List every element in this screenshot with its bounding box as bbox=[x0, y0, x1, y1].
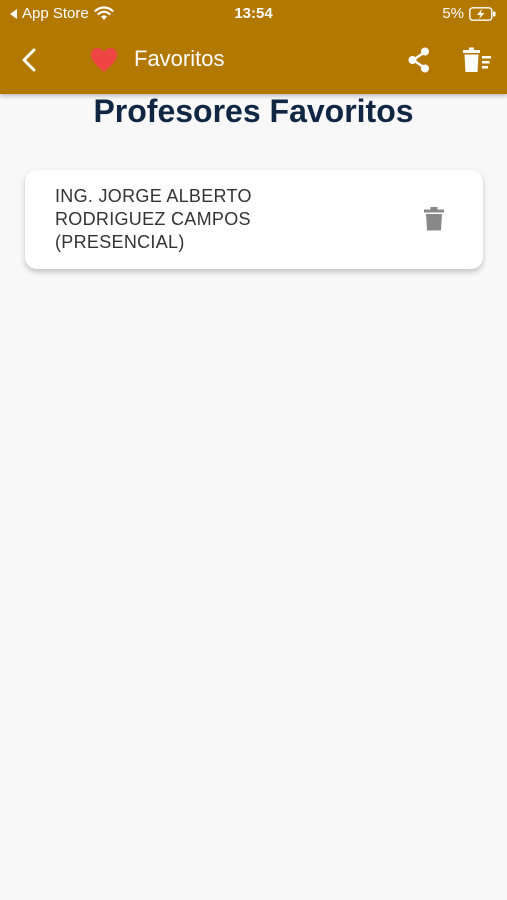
battery-charging-icon bbox=[469, 6, 496, 21]
app-bar: Favoritos bbox=[0, 30, 507, 90]
clear-all-icon[interactable] bbox=[462, 47, 492, 73]
heart-icon bbox=[91, 48, 117, 72]
trash-icon[interactable] bbox=[423, 207, 445, 231]
page-title: Profesores Favoritos bbox=[93, 93, 414, 129]
app-bar-title: Favoritos bbox=[134, 46, 225, 71]
battery-status: 5% bbox=[442, 5, 497, 22]
top-bar: App Store 13:54 5% Favoritos bbox=[0, 0, 507, 94]
status-time: 13:54 bbox=[234, 5, 273, 22]
professor-name-line: (PRESENCIAL) bbox=[55, 232, 185, 252]
professor-name-line: ING. JORGE ALBERTO bbox=[55, 186, 252, 206]
professor-name: ING. JORGE ALBERTO RODRIGUEZ CAMPOS (PRE… bbox=[55, 185, 375, 254]
favorite-professor-card[interactable]: ING. JORGE ALBERTO RODRIGUEZ CAMPOS (PRE… bbox=[25, 170, 483, 269]
professor-name-line: RODRIGUEZ CAMPOS bbox=[55, 209, 251, 229]
status-bar: App Store 13:54 5% bbox=[0, 0, 507, 28]
back-arrow-icon[interactable] bbox=[16, 46, 44, 74]
battery-percent: 5% bbox=[442, 5, 464, 22]
share-icon[interactable] bbox=[405, 46, 433, 74]
